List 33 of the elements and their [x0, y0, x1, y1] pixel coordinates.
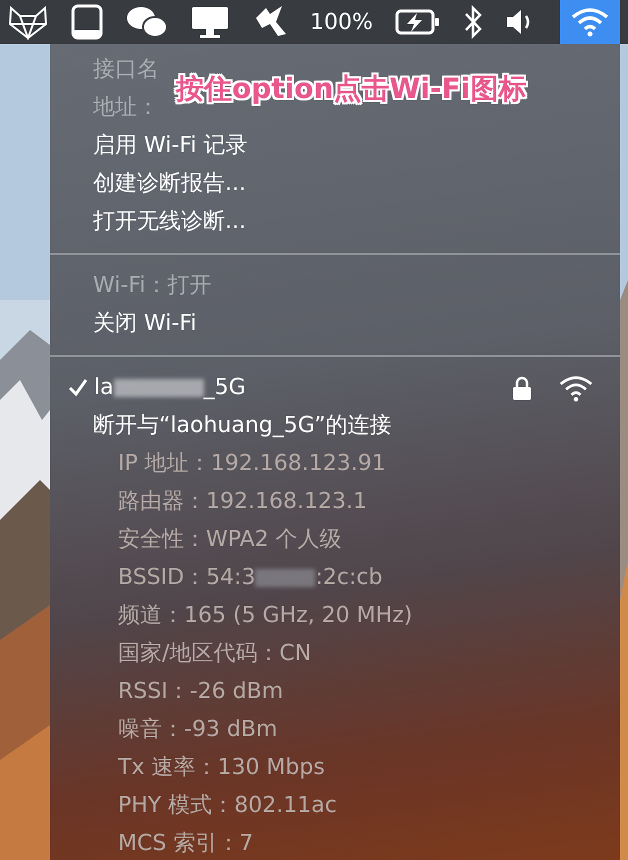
menu-item[interactable]: 启用 Wi-Fi 记录: [50, 127, 620, 165]
detail-text: BSSID：54:3: [118, 564, 256, 592]
bluetooth-icon[interactable]: [462, 5, 483, 39]
annotation-label: 按住option点击Wi-Fi图标: [176, 71, 526, 107]
detail-text: Tx 速率：130 Mbps: [117, 754, 326, 782]
battery-charging-icon[interactable]: [394, 8, 441, 36]
menu-item[interactable]: 断开与“laohuang_5G”的连接: [50, 407, 620, 445]
menu-info-text: 地址：: [93, 95, 159, 120]
detail-text: 噪音：-93 dBm: [117, 716, 278, 744]
menu-item[interactable]: 创建诊断报告...: [50, 165, 620, 203]
menu-info-text: Wi-Fi：打开: [93, 273, 212, 298]
detail-text: :2c:cb: [315, 564, 382, 592]
wifi-icon[interactable]: [570, 7, 610, 37]
menu-item[interactable]: 关闭 Wi-Fi: [50, 305, 620, 343]
detail-text: 安全性：WPA2 个人级: [117, 526, 343, 554]
network-name[interactable]: _5G: [204, 369, 246, 407]
menu-info-text: 接口名: [93, 57, 159, 82]
wifi-signal-icon: [558, 374, 594, 402]
detail-text: 国家/地区代码：CN: [117, 640, 312, 668]
detail-text: RSSI：-26 dBm: [117, 678, 284, 706]
wifi-menu-button[interactable]: [560, 0, 620, 44]
fox-icon[interactable]: [8, 4, 48, 40]
battery-percentage[interactable]: 100%: [310, 10, 373, 34]
menu-item[interactable]: 打开无线诊断...: [50, 203, 620, 241]
detail-text: IP 地址：192.168.123.91: [117, 450, 387, 478]
detail-text: MCS 索引：7: [117, 830, 254, 858]
monitor-icon[interactable]: [190, 4, 230, 40]
detail-text: 路由器：192.168.123.1: [117, 488, 368, 516]
network-name[interactable]: la: [94, 369, 114, 407]
detail-text: 频道：165 (5 GHz, 20 MHz): [117, 602, 414, 630]
blurred-area: [255, 569, 316, 587]
detail-text: PHY 模式：802.11ac: [117, 792, 338, 820]
drive-icon[interactable]: [70, 4, 104, 40]
